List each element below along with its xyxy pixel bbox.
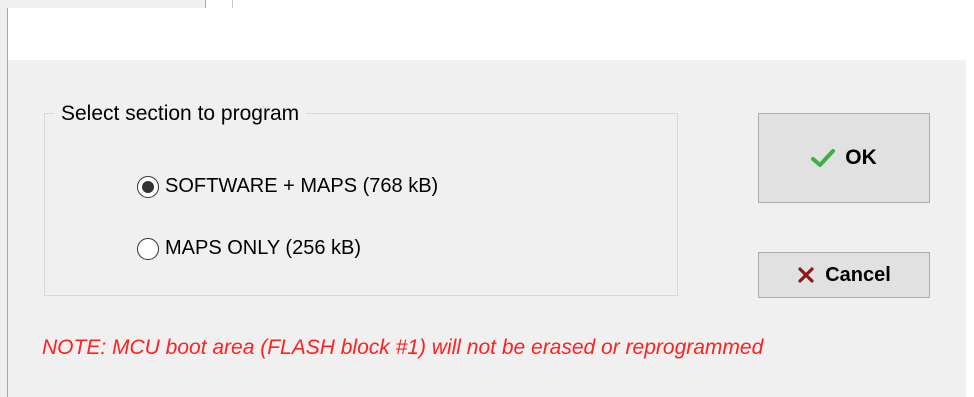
radio-dot bbox=[142, 180, 154, 193]
ok-button[interactable]: OK bbox=[758, 113, 930, 203]
cancel-button[interactable]: Cancel bbox=[758, 252, 930, 298]
background-window-edge bbox=[0, 0, 206, 8]
radio-maps-only-label: MAPS ONLY (256 kB) bbox=[165, 237, 361, 259]
warning-note: NOTE: MCU boot area (FLASH block #1) wil… bbox=[42, 336, 764, 359]
radio-software-maps-label: SOFTWARE + MAPS (768 kB) bbox=[165, 175, 439, 197]
radio-button-selected[interactable] bbox=[137, 175, 159, 198]
title-area bbox=[0, 0, 974, 60]
section-groupbox bbox=[44, 113, 678, 296]
window-left-border bbox=[0, 8, 8, 397]
ok-button-label: OK bbox=[845, 146, 877, 169]
cancel-button-label: Cancel bbox=[825, 263, 891, 286]
radio-maps-only[interactable]: MAPS ONLY (256 kB) bbox=[137, 237, 361, 260]
checkmark-icon bbox=[811, 148, 836, 168]
background-window-divider bbox=[232, 0, 233, 8]
radio-software-maps[interactable]: SOFTWARE + MAPS (768 kB) bbox=[137, 175, 438, 198]
section-groupbox-title: Select section to program bbox=[54, 100, 307, 128]
window-right-edge bbox=[966, 8, 974, 397]
x-icon bbox=[797, 266, 815, 284]
radio-button-unselected[interactable] bbox=[137, 237, 159, 260]
